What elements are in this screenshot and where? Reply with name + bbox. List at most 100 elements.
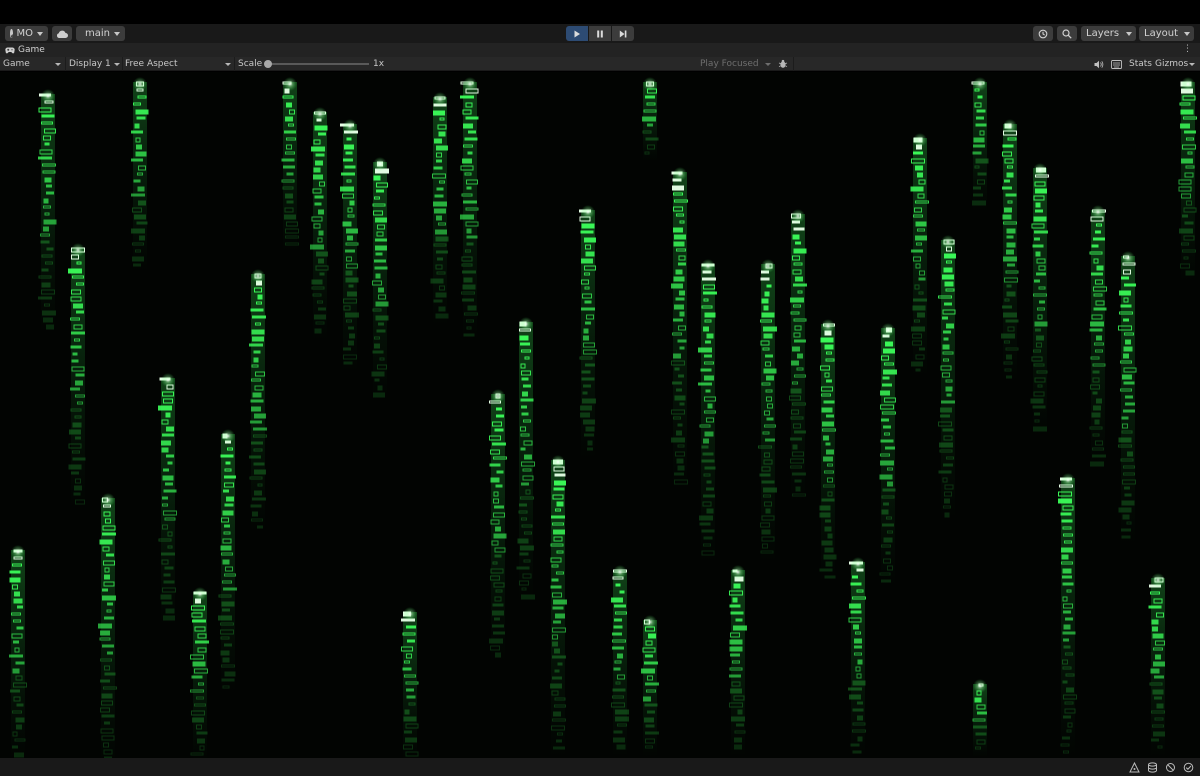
rain-glyph bbox=[75, 373, 85, 377]
rain-glyph bbox=[495, 652, 501, 658]
rain-glow bbox=[1151, 578, 1165, 758]
game-viewport[interactable] bbox=[0, 72, 1200, 758]
rain-glyph bbox=[404, 730, 412, 734]
rain-glyph bbox=[252, 315, 266, 319]
play-button[interactable] bbox=[566, 26, 588, 41]
rain-glyph bbox=[766, 375, 774, 381]
gizmos-dropdown[interactable]: Gizmos bbox=[1155, 58, 1197, 70]
more-options-icon[interactable]: ⋮ bbox=[1183, 45, 1192, 54]
rain-glyph bbox=[827, 533, 833, 539]
rain-glyph bbox=[76, 310, 84, 314]
rain-glyph bbox=[1035, 209, 1043, 213]
rain-glyph bbox=[1004, 179, 1010, 183]
rain-column bbox=[1089, 205, 1107, 470]
rain-glyph bbox=[554, 648, 560, 654]
audio-toggle[interactable] bbox=[1094, 58, 1104, 70]
rain-glyph bbox=[104, 616, 114, 620]
rain-glyph bbox=[942, 274, 954, 280]
rain-glyph bbox=[519, 503, 527, 507]
rain-glyph bbox=[73, 303, 83, 309]
check-icon[interactable] bbox=[1182, 761, 1194, 773]
rain-glyph bbox=[314, 328, 322, 334]
rain-glyph bbox=[520, 545, 534, 551]
rain-glyph bbox=[343, 361, 353, 365]
rain-glyph bbox=[1002, 144, 1014, 148]
rain-column bbox=[819, 319, 837, 584]
scale-slider-track[interactable] bbox=[265, 63, 369, 65]
rain-glyph bbox=[919, 347, 925, 351]
cloud-button[interactable] bbox=[52, 26, 72, 41]
aspect-dropdown[interactable]: Free Aspect bbox=[125, 58, 233, 70]
rain-glyph bbox=[1062, 568, 1072, 574]
rain-glyph bbox=[973, 725, 987, 729]
rain-glyph bbox=[848, 687, 862, 691]
rain-glyph bbox=[883, 537, 893, 543]
layout-dropdown[interactable]: Layout bbox=[1139, 26, 1194, 41]
rain-glyph bbox=[676, 430, 682, 436]
scale-slider-handle[interactable] bbox=[264, 60, 272, 68]
bug-toggle[interactable] bbox=[778, 58, 788, 70]
rain-glyph bbox=[222, 510, 234, 516]
rain-glyph bbox=[882, 523, 894, 527]
rain-glyph bbox=[1058, 498, 1072, 504]
play-mode-dropdown[interactable]: Play Focused bbox=[700, 58, 773, 70]
database-icon[interactable] bbox=[1146, 761, 1158, 773]
resolution-toggle[interactable] bbox=[1111, 58, 1122, 70]
rain-glyph bbox=[462, 158, 472, 164]
branch-dropdown[interactable]: main bbox=[76, 26, 125, 41]
rain-glyph bbox=[611, 597, 623, 603]
rain-glyph bbox=[730, 688, 742, 694]
rain-glyph bbox=[583, 384, 591, 388]
rain-glyph bbox=[166, 426, 174, 432]
rain-glyph bbox=[823, 554, 837, 560]
rain-head-glow bbox=[193, 587, 207, 601]
rain-glyph bbox=[163, 489, 177, 493]
rain-glyph bbox=[494, 554, 502, 558]
rain-glyph bbox=[648, 633, 656, 639]
rain-glyph bbox=[221, 601, 235, 607]
rain-glyph bbox=[554, 669, 560, 673]
rain-glyph bbox=[1184, 130, 1196, 134]
search-button[interactable] bbox=[1057, 26, 1077, 41]
rain-glyph bbox=[252, 336, 264, 342]
pause-button[interactable] bbox=[589, 26, 611, 41]
history-button[interactable] bbox=[1033, 26, 1053, 41]
rain-glyph bbox=[554, 473, 566, 477]
aspect-label: Free Aspect bbox=[125, 59, 178, 69]
rain-glyph bbox=[553, 529, 565, 535]
network-icon[interactable] bbox=[1128, 761, 1140, 773]
rain-glyph bbox=[1007, 263, 1015, 267]
rain-glyph bbox=[849, 694, 861, 700]
rain-glyph bbox=[939, 442, 953, 448]
rain-glyph bbox=[516, 566, 530, 570]
rain-glyph bbox=[460, 214, 474, 220]
debug-icon[interactable] bbox=[1164, 761, 1176, 773]
display-dropdown[interactable]: Display 1 bbox=[69, 58, 122, 70]
rain-glyph bbox=[1006, 375, 1012, 379]
rain-column bbox=[1118, 251, 1137, 546]
step-button[interactable] bbox=[612, 26, 634, 41]
rain-glyph bbox=[218, 615, 232, 621]
tab-game[interactable]: Game bbox=[0, 45, 45, 55]
rain-glyph bbox=[165, 608, 175, 614]
layers-dropdown[interactable]: Layers bbox=[1081, 26, 1136, 41]
rain-glyph bbox=[761, 480, 775, 484]
rain-glyph bbox=[704, 354, 712, 358]
account-dropdown[interactable]: MO bbox=[5, 26, 48, 41]
stats-button[interactable]: Stats bbox=[1129, 58, 1152, 70]
rain-glyph bbox=[375, 315, 389, 321]
rain-glyph bbox=[1063, 610, 1071, 614]
rain-glyph bbox=[852, 708, 864, 712]
rain-head-glow bbox=[161, 373, 175, 387]
rain-glyph bbox=[1035, 202, 1041, 208]
rain-glyph bbox=[348, 326, 354, 330]
rain-glyph bbox=[943, 330, 951, 334]
rain-head-glow bbox=[701, 259, 715, 273]
rain-glyph bbox=[1124, 493, 1132, 497]
rain-glyph bbox=[285, 193, 293, 199]
rain-glyph bbox=[135, 109, 149, 115]
tab-game-label: Game bbox=[18, 45, 45, 55]
rain-glyph bbox=[434, 194, 444, 198]
rain-glyph bbox=[162, 475, 174, 481]
view-mode-dropdown[interactable]: Game bbox=[3, 58, 63, 70]
